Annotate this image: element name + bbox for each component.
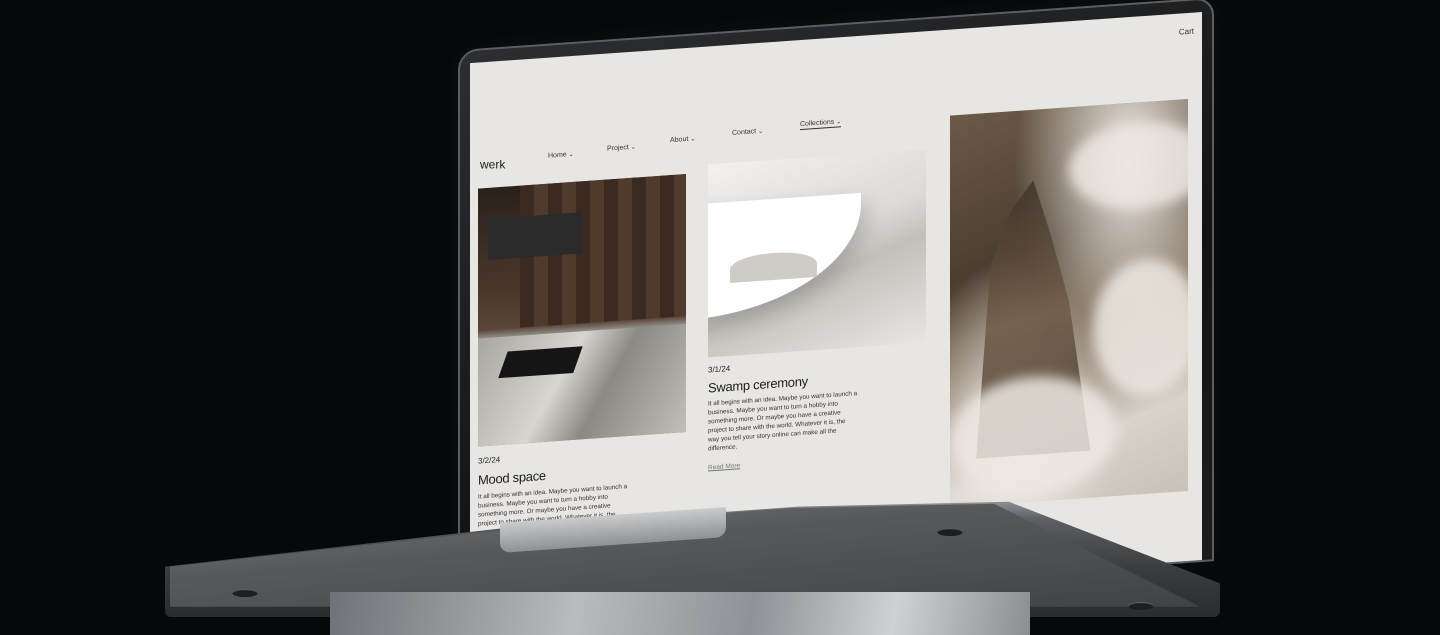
post-title[interactable]: Mood space — [478, 468, 546, 488]
mountain-photo[interactable] — [950, 98, 1188, 508]
chevron-down-icon: ⌄ — [758, 128, 764, 136]
nav-item-about[interactable]: About ⌄ — [670, 135, 695, 144]
nav-item-label: About — [670, 135, 689, 145]
nav-item-contact[interactable]: Contact ⌄ — [732, 128, 763, 137]
scene: Cart Home ⌄ Project ⌄ About ⌄ Contact ⌄ Coll… — [0, 0, 1440, 635]
photo-detail — [478, 323, 686, 447]
cart-link[interactable]: Cart — [1179, 27, 1194, 37]
photo-detail — [488, 212, 582, 261]
laptop-foot — [232, 589, 258, 597]
kitchen-photo[interactable] — [478, 174, 686, 447]
photo-detail — [950, 370, 1117, 500]
nav-item-label: Project — [607, 144, 629, 153]
chevron-down-icon: ⌄ — [568, 151, 574, 159]
post-date: 3/2/24 — [478, 455, 501, 466]
nav-item-label: Contact — [732, 128, 757, 137]
laptop-foot — [937, 528, 963, 536]
nav-item-collections[interactable]: Collections ⌄ — [800, 118, 842, 131]
chevron-down-icon: ⌄ — [630, 144, 636, 151]
post-title[interactable]: Swamp ceremony — [708, 374, 808, 396]
nav-item-project[interactable]: Project ⌄ — [607, 144, 636, 153]
nav-item-home[interactable]: Home ⌄ — [548, 151, 574, 160]
photo-detail — [1069, 116, 1188, 214]
nav-item-label: Collections — [800, 118, 835, 129]
post-date: 3/1/24 — [708, 363, 731, 375]
read-more-link[interactable]: Read More — [708, 462, 740, 471]
photo-detail — [1092, 254, 1188, 400]
marble-pedestal — [330, 592, 1030, 635]
nav-item-label: Home — [548, 151, 567, 160]
architecture-photo[interactable] — [708, 149, 926, 358]
site-logo[interactable]: werk — [480, 158, 505, 172]
chevron-down-icon: ⌄ — [690, 136, 696, 143]
laptop-foot — [1128, 602, 1154, 610]
post-excerpt: It all begins with an idea. Maybe you wa… — [708, 390, 858, 453]
chevron-down-icon: ⌄ — [836, 119, 842, 126]
